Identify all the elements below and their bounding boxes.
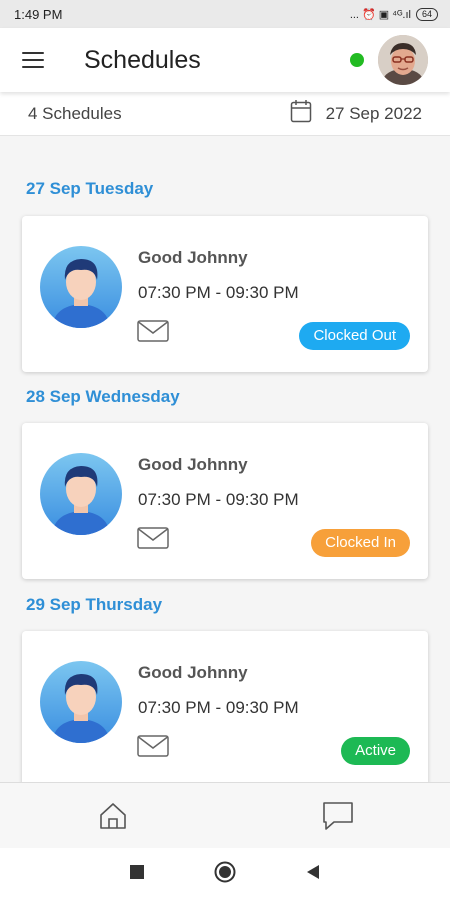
status-badge: Clocked In [311,529,410,557]
status-time: 1:49 PM [14,6,63,22]
employee-name: Good Johnny [138,455,248,474]
day-heading: 28 Sep Wednesday [26,387,180,406]
mail-icon[interactable] [137,735,169,757]
status-bar: 1:49 PM ... ⏰ ▣ ⁴ᴳ.ıl 64 [0,0,450,28]
selected-date: 27 Sep 2022 [325,103,422,123]
day-heading: 29 Sep Thursday [26,595,163,614]
employee-avatar [40,246,122,328]
employee-name: Good Johnny [138,663,248,682]
mail-icon[interactable] [137,527,169,549]
shift-time: 07:30 PM - 09:30 PM [138,490,299,509]
status-indicators: ... ⏰ ▣ ⁴ᴳ.ıl 64 [349,7,438,21]
home-icon[interactable] [93,796,133,836]
status-indicator-icons: ... ⏰ ▣ ⁴ᴳ.ıl [349,8,411,21]
status-badge: Clocked Out [299,322,410,350]
employee-avatar [40,661,122,743]
recents-icon[interactable] [130,864,144,884]
profile-avatar[interactable] [378,35,428,85]
summary-bar: 4 Schedules 27 Sep 2022 [0,92,450,136]
schedule-count: 4 Schedules [28,103,122,123]
bottom-nav [0,782,450,848]
schedule-card[interactable]: Good Johnny 07:30 PM - 09:30 PM Active [22,631,428,782]
employee-name: Good Johnny [138,248,248,267]
hamburger-menu-icon[interactable] [22,52,44,68]
day-heading: 27 Sep Tuesday [26,179,154,198]
shift-time: 07:30 PM - 09:30 PM [138,283,299,302]
calendar-icon [290,99,312,128]
status-badge: Active [341,737,410,765]
employee-avatar [40,453,122,535]
mail-icon[interactable] [137,320,169,342]
system-nav [0,848,450,900]
app-bar: Schedules [0,28,450,92]
online-status-indicator [350,53,364,67]
page-title: Schedules [84,45,201,74]
chat-icon[interactable] [318,796,358,836]
schedule-list[interactable]: 27 Sep Tuesday Good Johnny 07:30 PM - 09… [0,136,450,782]
schedule-card[interactable]: Good Johnny 07:30 PM - 09:30 PM Clocked … [22,423,428,579]
schedule-card[interactable]: Good Johnny 07:30 PM - 09:30 PM Clocked … [22,216,428,372]
date-picker[interactable]: 27 Sep 2022 [290,99,422,128]
shift-time: 07:30 PM - 09:30 PM [138,698,299,717]
home-system-icon[interactable] [214,861,236,888]
back-icon[interactable] [306,864,320,885]
battery-icon: 64 [415,7,438,21]
